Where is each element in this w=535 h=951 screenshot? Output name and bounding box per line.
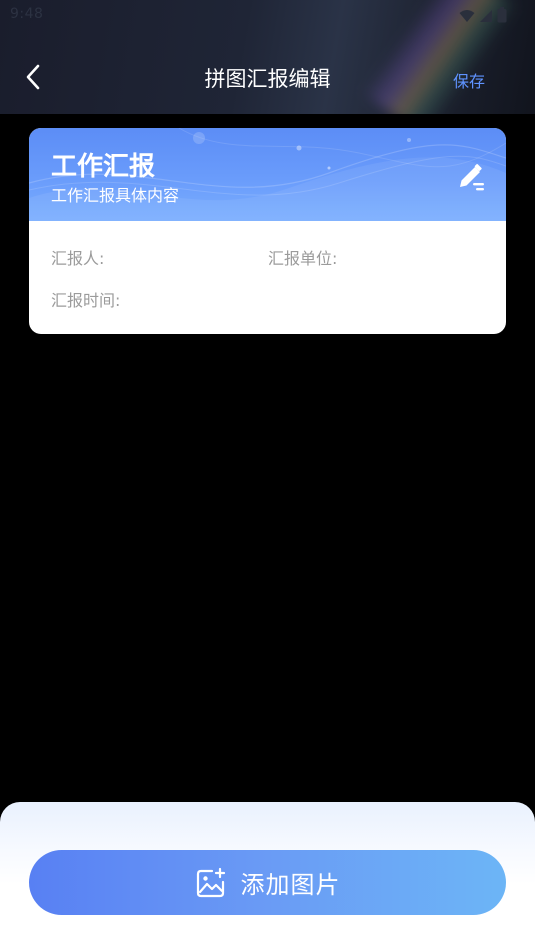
signal-icon — [479, 8, 493, 27]
card-title: 工作汇报 — [51, 152, 156, 182]
edit-pen-icon — [456, 164, 488, 197]
card-subtitle: 工作汇报具体内容 — [51, 186, 180, 205]
unit-label: 汇报单位: — [268, 249, 338, 268]
status-bar: 9:48 — [0, 0, 535, 30]
wifi-icon — [459, 8, 475, 27]
status-time: 9:48 — [10, 6, 44, 22]
add-image-label: 添加图片 — [240, 871, 341, 899]
time-label: 汇报时间: — [51, 291, 121, 310]
nav-bar: 拼图汇报编辑 保存 — [0, 48, 535, 108]
add-image-icon — [195, 867, 227, 899]
reporter-label: 汇报人: — [51, 249, 105, 268]
status-icons — [459, 7, 507, 27]
edit-button[interactable] — [456, 161, 488, 193]
battery-icon — [497, 7, 507, 27]
add-image-button[interactable]: 添加图片 — [29, 850, 506, 915]
report-card: 工作汇报 工作汇报具体内容 汇报人: 汇报单位: 汇报时间: — [29, 128, 506, 334]
save-button[interactable]: 保存 — [453, 68, 485, 92]
bottom-panel: 添加图片 — [0, 802, 535, 951]
screen: 9:48 拼图汇报编辑 保存 工作汇报 工作汇报具体内容 汇报人: 汇报单位: … — [0, 0, 535, 951]
report-card-header: 工作汇报 工作汇报具体内容 — [29, 128, 506, 221]
